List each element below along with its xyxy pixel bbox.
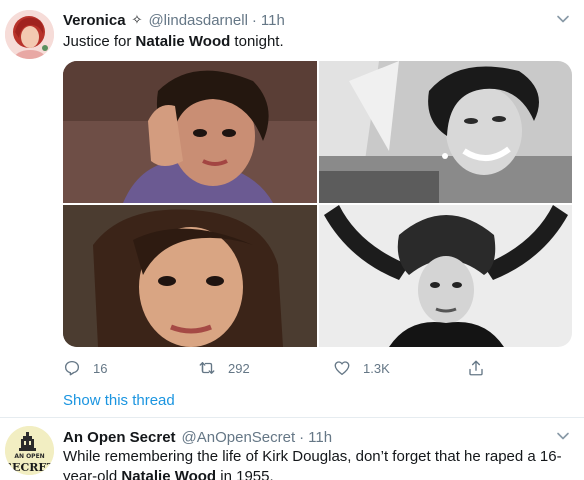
avatar[interactable] <box>5 10 54 59</box>
retweet-icon <box>199 362 215 374</box>
share-icon <box>469 360 483 376</box>
photo-2[interactable] <box>319 61 572 203</box>
separator-dot: · <box>251 11 257 29</box>
separator-dot: · <box>299 428 305 446</box>
avatar-logo-text: AN OPEN <box>14 453 44 460</box>
avatar-logo-text: SECRET <box>5 461 54 474</box>
heart-icon <box>334 361 350 376</box>
chevron-down-icon[interactable] <box>556 429 570 443</box>
timestamp[interactable]: 11h <box>261 12 285 29</box>
photo-1[interactable] <box>63 61 317 203</box>
tweet-text-part: in 1955. <box>216 468 274 480</box>
timestamp[interactable]: 11h <box>308 429 332 446</box>
like-count: 1.3K <box>363 360 390 376</box>
author-handle[interactable]: @AnOpenSecret <box>182 429 296 446</box>
tweet-text: While remembering the life of Kirk Dougl… <box>63 447 573 480</box>
reply-count: 16 <box>93 360 108 376</box>
chevron-down-icon[interactable] <box>556 12 570 26</box>
show-thread-link[interactable]: Show this thread <box>63 392 175 409</box>
tweet-text-part: Justice for <box>63 33 136 50</box>
tweet[interactable]: Veronica ✧ @lindasdarnell · 11h Justice … <box>0 0 584 416</box>
tweet[interactable]: AN OPEN SECRET An Open Secret @AnOpenSec… <box>0 417 584 480</box>
photo-3[interactable] <box>63 205 317 347</box>
tweet-header: An Open Secret @AnOpenSecret · 11h <box>63 427 332 447</box>
like-button[interactable]: 1.3K <box>333 358 390 378</box>
avatar[interactable]: AN OPEN SECRET <box>5 426 54 475</box>
tweet-actions: 16 292 1.3K <box>63 358 493 378</box>
avatar-image <box>5 10 54 59</box>
tweet-text-highlight: Natalie Wood <box>121 468 217 480</box>
tweet-text-part: tonight. <box>230 33 284 50</box>
media-grid <box>63 61 572 347</box>
author-name[interactable]: An Open Secret <box>63 429 176 446</box>
photo-4[interactable] <box>319 205 572 347</box>
tweet-header: Veronica ✧ @lindasdarnell · 11h <box>63 10 285 30</box>
reply-button[interactable]: 16 <box>63 358 107 378</box>
reply-icon <box>64 360 80 376</box>
retweet-button[interactable]: 292 <box>198 358 250 378</box>
share-button[interactable] <box>467 358 485 378</box>
retweet-count: 292 <box>228 360 250 376</box>
tweet-text: Justice for Natalie Wood tonight. <box>63 32 563 52</box>
author-handle[interactable]: @lindasdarnell <box>148 12 247 29</box>
tweet-text-highlight: Natalie Wood <box>135 33 231 50</box>
avatar-image: AN OPEN SECRET <box>5 426 54 475</box>
sparkle-icon: ✧ <box>131 12 143 27</box>
author-name[interactable]: Veronica <box>63 12 126 29</box>
